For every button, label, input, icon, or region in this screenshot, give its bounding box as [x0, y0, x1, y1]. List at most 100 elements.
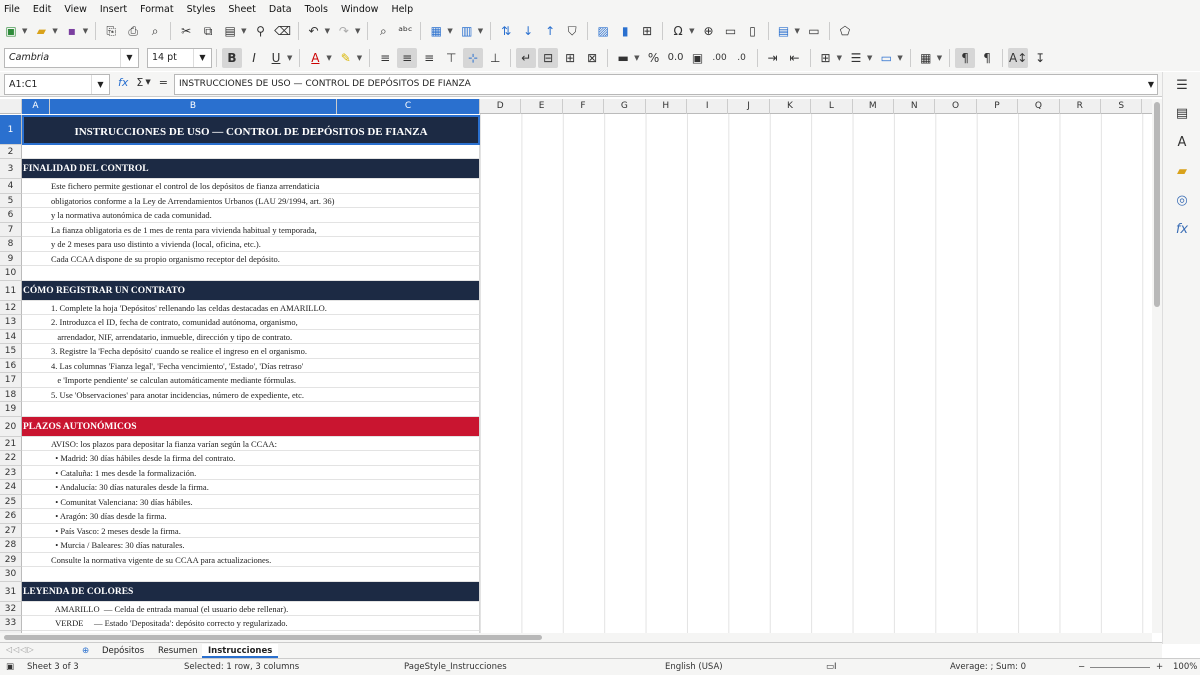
row-header-18[interactable]: 18 — [0, 387, 22, 402]
vertical-scrollbar[interactable] — [1152, 99, 1162, 633]
column-header-l[interactable]: L — [811, 99, 853, 114]
column-header-k[interactable]: K — [770, 99, 812, 114]
menu-view[interactable]: View — [64, 4, 87, 15]
name-box[interactable]: A1:C1 ▼ — [4, 74, 110, 95]
align-top-icon[interactable]: ⊤ — [441, 48, 461, 68]
underline-icon[interactable]: U — [266, 48, 286, 68]
section-heading-cell[interactable]: CÓMO REGISTRAR UN CONTRATO — [22, 280, 480, 301]
align-center-icon[interactable]: ≡ — [397, 47, 418, 68]
print-preview-icon[interactable]: ⌕ — [145, 21, 165, 41]
section-heading-cell[interactable]: LEYENDA DE COLORES — [22, 581, 480, 602]
function-wizard-icon[interactable]: fx — [118, 76, 128, 89]
row-header-15[interactable]: 15 — [0, 344, 22, 359]
align-left-icon[interactable]: ≡ — [375, 48, 395, 68]
row-header-2[interactable]: 2 — [0, 145, 22, 159]
special-character-icon[interactable]: Ω — [668, 21, 688, 41]
comment-icon[interactable]: ▭ — [721, 21, 741, 41]
add-sheet-icon[interactable]: ⊕ — [76, 644, 95, 658]
add-decimal-icon[interactable]: .00 — [710, 48, 730, 68]
section-heading-cell[interactable]: FINALIDAD DEL CONTROL — [22, 159, 480, 179]
select-all-corner[interactable] — [0, 99, 22, 114]
menu-help[interactable]: Help — [391, 4, 413, 15]
text-cell[interactable] — [22, 567, 480, 582]
row-header-16[interactable]: 16 — [0, 358, 22, 373]
spellcheck-icon[interactable]: ᵃᵇᶜ — [395, 21, 415, 41]
row-header-9[interactable]: 9 — [0, 251, 22, 266]
text-cell[interactable]: arrendador, NIF, arrendatario, inmueble,… — [22, 329, 480, 344]
zoom-in-icon[interactable]: + — [1156, 662, 1163, 672]
zoom-out-icon[interactable]: − — [1078, 662, 1085, 672]
text-cell[interactable]: 4. Las columnas 'Fianza legal', 'Fecha v… — [22, 358, 480, 373]
ltr-icon[interactable]: ¶ — [955, 47, 976, 68]
row-header-24[interactable]: 24 — [0, 480, 22, 495]
row-header-14[interactable]: 14 — [0, 329, 22, 344]
row-header-4[interactable]: 4 — [0, 179, 22, 194]
chevron-down-icon[interactable]: ▼ — [193, 48, 211, 67]
row-header-30[interactable]: 30 — [0, 567, 22, 582]
section-heading-cell[interactable]: PLAZOS AUTONÓMICOS — [22, 416, 480, 437]
text-cell[interactable]: Cada CCAA dispone de su propio organismo… — [22, 251, 480, 266]
row-header-21[interactable]: 21 — [0, 436, 22, 451]
sort-ascending-icon[interactable]: ↓ — [518, 21, 538, 41]
text-cell[interactable]: • Murcia / Baleares: 30 días naturales. — [22, 538, 480, 553]
row-header-22[interactable]: 22 — [0, 451, 22, 466]
text-cell[interactable] — [22, 402, 480, 417]
selection-mode-icon[interactable]: ▭I — [826, 662, 837, 672]
column-header-d[interactable]: D — [480, 99, 522, 114]
row-header-1[interactable]: 1 — [0, 115, 22, 145]
merge-center-icon[interactable]: ⊟ — [538, 47, 559, 68]
chart-icon[interactable]: ▮ — [615, 21, 635, 41]
pivot-table-icon[interactable]: ⊞ — [637, 21, 657, 41]
increase-indent-icon[interactable]: ⇥ — [763, 48, 783, 68]
properties-icon[interactable]: ▤ — [1173, 106, 1191, 124]
column-header-e[interactable]: E — [521, 99, 563, 114]
tab-resumen[interactable]: Resumen — [152, 644, 203, 658]
language[interactable]: English (USA) — [665, 662, 723, 672]
borders-icon[interactable]: ⊞ — [816, 48, 836, 68]
text-cell[interactable]: • Aragón: 30 días desde la firma. — [22, 509, 480, 524]
column-header-s[interactable]: S — [1101, 99, 1143, 114]
gallery-icon[interactable]: ▰ — [1173, 164, 1191, 182]
menu-data[interactable]: Data — [269, 4, 292, 15]
freeze-rows-icon[interactable]: ▭ — [804, 21, 824, 41]
row-header-3[interactable]: 3 — [0, 159, 22, 179]
row-header-32[interactable]: 32 — [0, 601, 22, 616]
font-color-icon[interactable]: A — [305, 48, 325, 68]
text-cell[interactable] — [22, 145, 480, 159]
chevron-down-icon[interactable]: ▼ — [120, 48, 138, 67]
menu-insert[interactable]: Insert — [100, 4, 127, 15]
save-icon[interactable]: ▪ — [62, 21, 82, 41]
column-header-i[interactable]: I — [687, 99, 729, 114]
new-icon[interactable]: ▣ — [1, 21, 21, 41]
menu-format[interactable]: Format — [140, 4, 173, 15]
row-header-13[interactable]: 13 — [0, 315, 22, 330]
autofilter-icon[interactable]: ⛉ — [562, 21, 582, 41]
text-cell[interactable]: 1. Complete la hoja 'Depósitos' rellenan… — [22, 300, 480, 315]
text-cell[interactable]: • Andalucía: 30 días naturales desde la … — [22, 480, 480, 495]
open-icon[interactable]: ▰ — [31, 21, 51, 41]
zoom-level[interactable]: 100% — [1173, 662, 1197, 672]
column-header-a[interactable]: A — [22, 99, 50, 114]
text-cell[interactable]: e 'Importe pendiente' se calculan automá… — [22, 373, 480, 388]
text-cell[interactable]: VERDE — Estado 'Depositada': depósito co… — [22, 616, 480, 631]
clone-formatting-icon[interactable]: ⚲ — [251, 21, 271, 41]
row-header-8[interactable]: 8 — [0, 237, 22, 252]
wrap-text-icon[interactable]: ↵ — [516, 47, 537, 68]
column-header-j[interactable]: J — [728, 99, 770, 114]
row-header-23[interactable]: 23 — [0, 465, 22, 480]
text-cell[interactable]: 2. Introduzca el ID, fecha de contrato, … — [22, 315, 480, 330]
navigator-icon[interactable]: ◎ — [1173, 193, 1191, 211]
border-color-icon[interactable]: ▭ — [876, 48, 896, 68]
copy-icon[interactable]: ⧉ — [198, 21, 218, 41]
header-footer-icon[interactable]: ▯ — [743, 21, 763, 41]
row-header-11[interactable]: 11 — [0, 280, 22, 301]
tab-depositos[interactable]: Depósitos — [96, 644, 150, 658]
column-header-p[interactable]: P — [977, 99, 1019, 114]
conditional-format-icon[interactable]: ▦ — [916, 48, 936, 68]
row-header-26[interactable]: 26 — [0, 509, 22, 524]
text-cell[interactable] — [22, 266, 480, 281]
row-header-29[interactable]: 29 — [0, 552, 22, 567]
row-header-19[interactable]: 19 — [0, 402, 22, 417]
column-header-b[interactable]: B — [50, 99, 337, 114]
sort-descending-icon[interactable]: ↑ — [540, 21, 560, 41]
